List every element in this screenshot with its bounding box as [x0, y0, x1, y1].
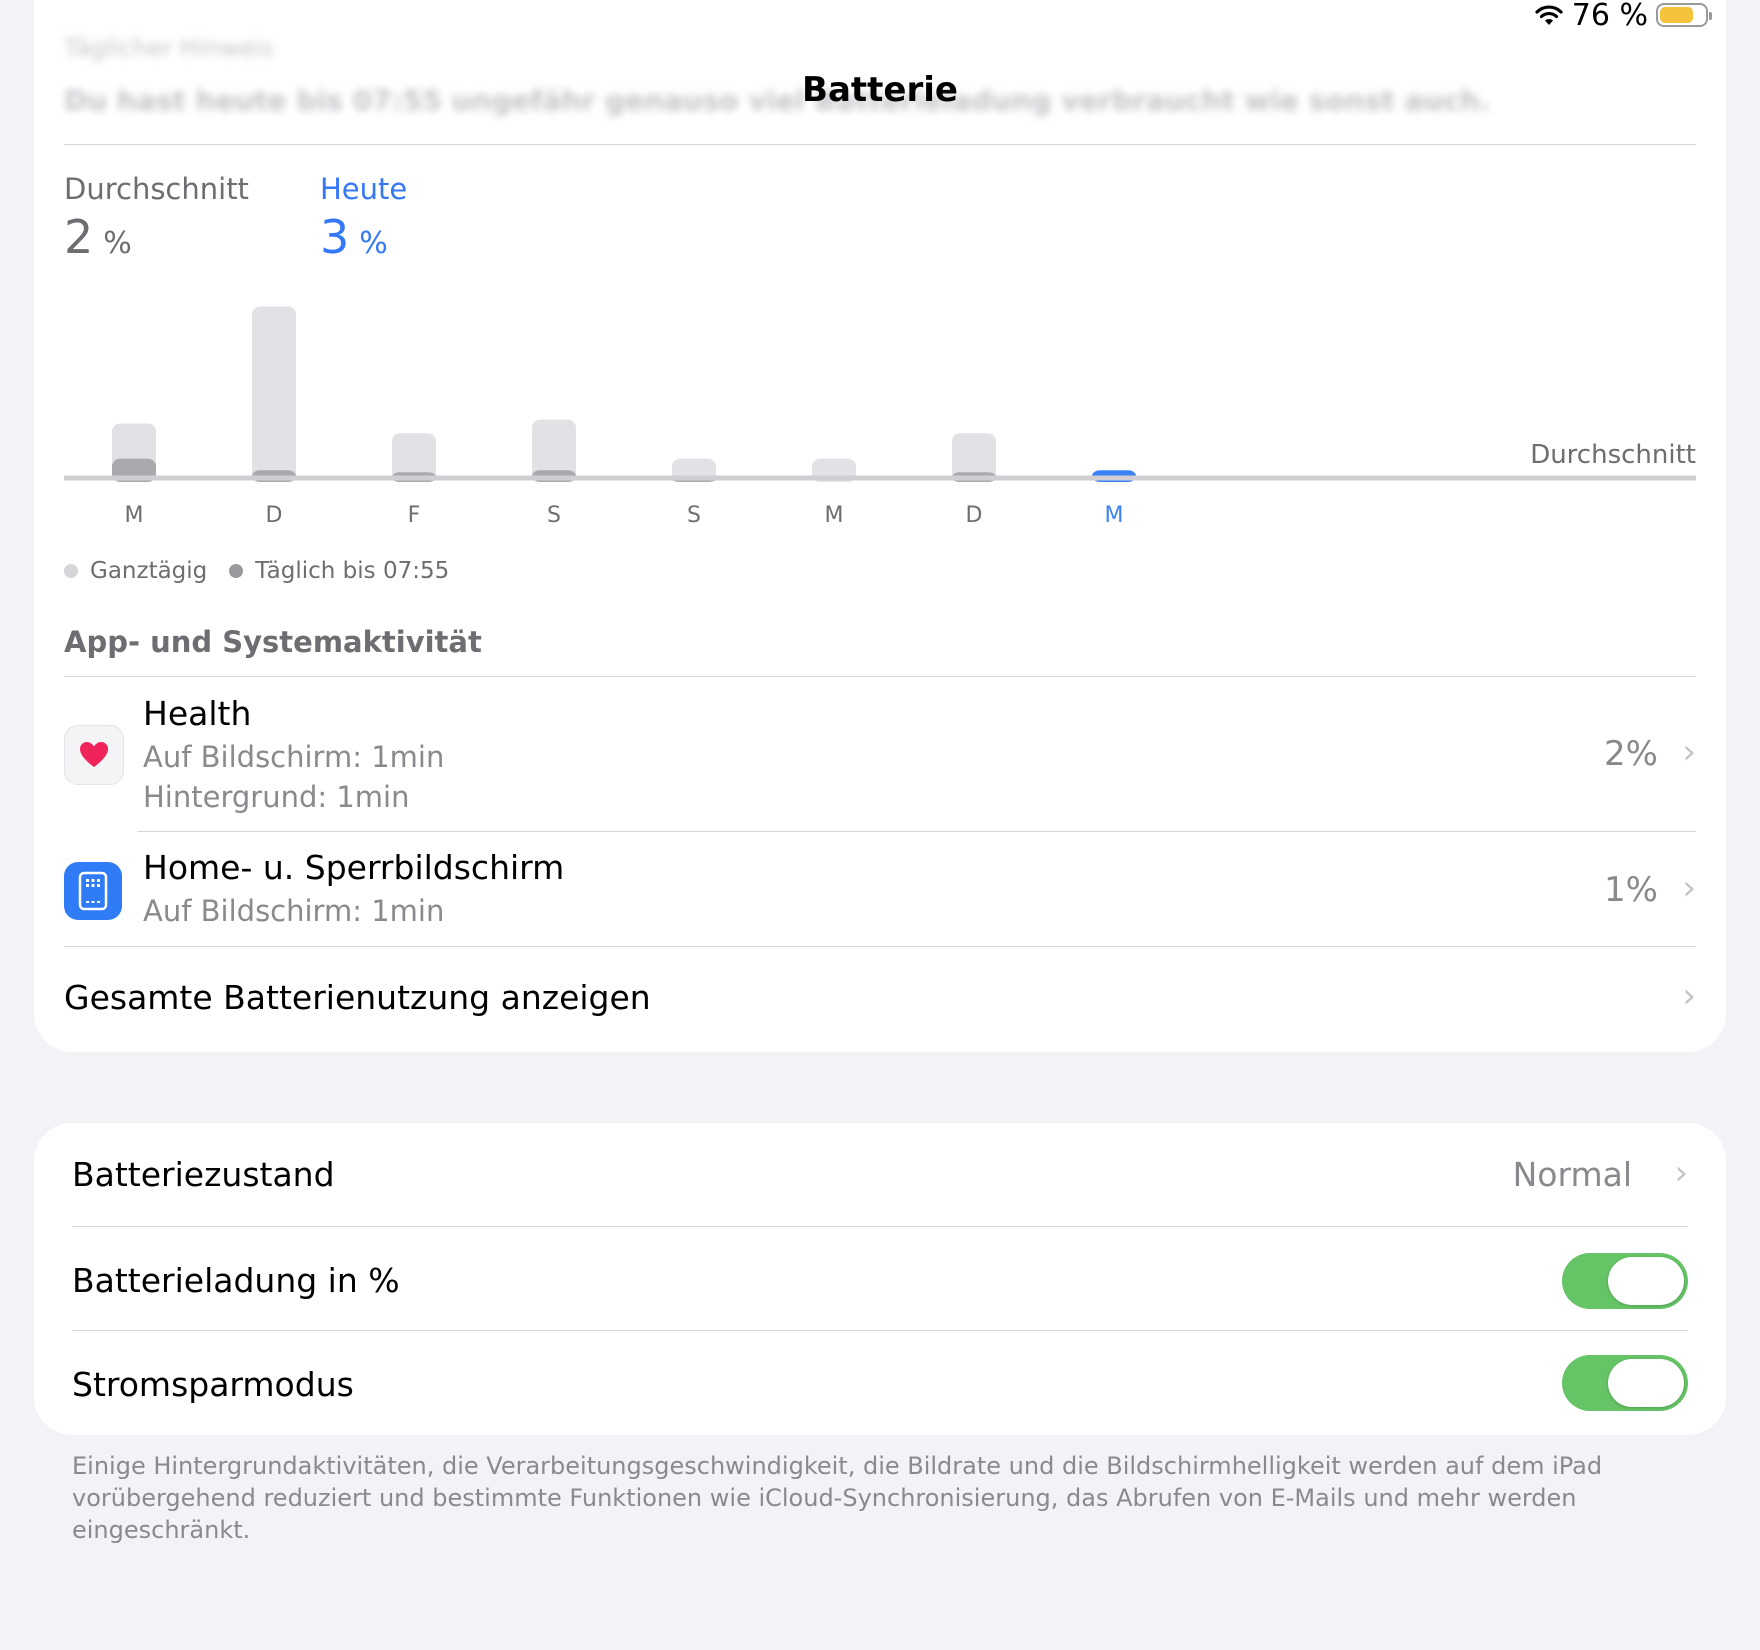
x-tick-label: S [547, 503, 561, 528]
battery-percentage-label: Batterieladung in % [72, 1261, 400, 1300]
health-app-icon [64, 725, 124, 785]
show-all-usage-row[interactable]: Gesamte Batterienutzung anzeigen › [64, 960, 1696, 1040]
wifi-icon [1534, 4, 1564, 26]
today-label: Heute [320, 172, 408, 206]
show-all-usage-label: Gesamte Batterienutzung anzeigen [64, 978, 651, 1017]
app-percent: 2% [1604, 734, 1658, 774]
battery-health-label: Batteriezustand [72, 1155, 335, 1194]
low-power-mode-toggle[interactable] [1562, 1355, 1688, 1411]
home-screen-app-icon [64, 862, 122, 920]
x-tick-label: S [687, 503, 701, 528]
app-percent: 1% [1604, 870, 1658, 910]
app-row-health[interactable]: Health Auf Bildschirm: 1min Hintergrund:… [64, 686, 1696, 832]
low-power-footnote: Einige Hintergrundaktivitäten, die Verar… [72, 1452, 1603, 1544]
app-screen-time: Auf Bildschirm: 1min [143, 740, 445, 774]
legend-until: Täglich bis 07:55 [229, 558, 449, 584]
page-title: Batterie [802, 70, 958, 110]
battery-chart: MDFSSMDM [64, 280, 1696, 530]
low-power-mode-row: Stromsparmodus [72, 1331, 1688, 1435]
app-background-time: Hintergrund: 1min [143, 780, 410, 814]
x-tick-label: F [408, 503, 421, 528]
app-name: Health [143, 694, 252, 733]
chevron-right-icon: › [1674, 1153, 1688, 1193]
battery-percentage-toggle[interactable] [1562, 1253, 1688, 1309]
activity-header: App- und Systemaktivität [64, 625, 482, 659]
x-tick-label: D [266, 503, 283, 528]
battery-percentage: 76 % [1571, 0, 1648, 33]
average-number: 2 [64, 210, 94, 264]
home-screen-icon [78, 871, 108, 911]
blurred-hint-title: Täglicher Hinweis [64, 34, 274, 62]
chevron-right-icon: › [1682, 868, 1696, 908]
chevron-right-icon: › [1682, 732, 1696, 772]
row-divider [64, 946, 1696, 947]
average-unit: % [103, 226, 132, 261]
battery-health-row[interactable]: Batteriezustand Normal › [72, 1123, 1688, 1227]
legend-all-day-dot [64, 564, 78, 578]
x-tick-label: M [825, 503, 844, 528]
average-line-label: Durchschnitt [1530, 440, 1696, 470]
app-row-home-screen[interactable]: Home- u. Sperrbildschirm Auf Bildschirm:… [64, 842, 1696, 946]
legend-until-dot [229, 564, 244, 578]
battery-chart-svg: MDFSSMDM [64, 306, 1696, 528]
low-power-mode-label: Stromsparmodus [72, 1365, 354, 1404]
activity-divider [64, 676, 1696, 677]
heart-icon [80, 742, 108, 767]
bar-all-day [252, 306, 296, 482]
toggle-knob [1608, 1257, 1684, 1305]
today-unit: % [359, 226, 388, 261]
today-number: 3 [320, 210, 350, 264]
today-value: 3% [320, 210, 388, 264]
toggle-knob [1608, 1359, 1684, 1407]
legend-until-label: Täglich bis 07:55 [255, 558, 450, 584]
average-label: Durchschnitt [64, 172, 249, 206]
battery-percentage-row: Batterieladung in % [72, 1227, 1688, 1331]
chevron-right-icon: › [1682, 976, 1696, 1016]
x-tick-label: M [125, 503, 144, 528]
battery-icon [1656, 3, 1712, 27]
app-name: Home- u. Sperrbildschirm [143, 848, 565, 887]
legend-all-day-label: Ganztägig [90, 558, 208, 584]
row-divider [137, 831, 1696, 832]
average-value: 2% [64, 210, 132, 264]
status-bar: 76 % [1534, 0, 1712, 33]
x-tick-label: D [966, 503, 983, 528]
header-divider [64, 144, 1696, 145]
x-tick-label: M [1105, 503, 1124, 528]
app-screen-time: Auf Bildschirm: 1min [143, 894, 445, 928]
chart-legend: Ganztägig Täglich bis 07:55 [64, 558, 457, 584]
battery-health-value: Normal [1512, 1155, 1632, 1194]
legend-all-day: Ganztägig [64, 558, 207, 584]
